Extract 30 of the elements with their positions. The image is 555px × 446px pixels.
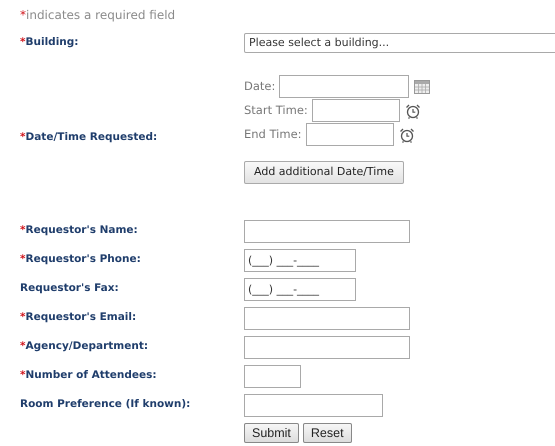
time-field[interactable]: [312, 99, 400, 122]
text-field[interactable]: [244, 220, 410, 242]
field-label: *Requestor's Phone:: [20, 252, 142, 268]
text-field[interactable]: [244, 336, 410, 358]
field-label: Start Time:: [244, 102, 308, 119]
building-select[interactable]: Please select a building...: [244, 33, 555, 53]
alarm-clock-icon[interactable]: [404, 102, 421, 118]
field-label: *Requestor's Email:: [20, 310, 138, 326]
calendar-icon[interactable]: [414, 80, 430, 94]
text-field[interactable]: [244, 364, 301, 388]
submit-button[interactable]: Submit: [244, 422, 299, 444]
time-field[interactable]: [306, 123, 394, 146]
required-note: *indicates a required field: [20, 7, 176, 24]
text-field[interactable]: [244, 394, 383, 416]
field-label: *Number of Attendees:: [20, 368, 158, 384]
field-label: Requestor's Fax:: [20, 281, 120, 296]
field-label: Room Preference (If known):: [20, 397, 192, 412]
field-label: *Date/Time Requested:: [20, 130, 158, 145]
date-field[interactable]: [279, 75, 410, 98]
field-label: *Building:: [20, 35, 80, 50]
text-field[interactable]: (___) ___-____: [244, 248, 356, 272]
field-label: *Requestor's Name:: [20, 223, 139, 238]
add-date-time-button[interactable]: Add additional Date/Time: [244, 161, 404, 184]
field-label: *Agency/Department:: [20, 339, 150, 354]
field-label: End Time:: [244, 126, 302, 143]
reset-button[interactable]: Reset: [302, 422, 352, 444]
field-label: Date:: [244, 78, 276, 95]
alarm-clock-icon[interactable]: [398, 126, 415, 142]
text-field[interactable]: (___) ___-____: [244, 278, 356, 300]
text-field[interactable]: [244, 306, 410, 330]
